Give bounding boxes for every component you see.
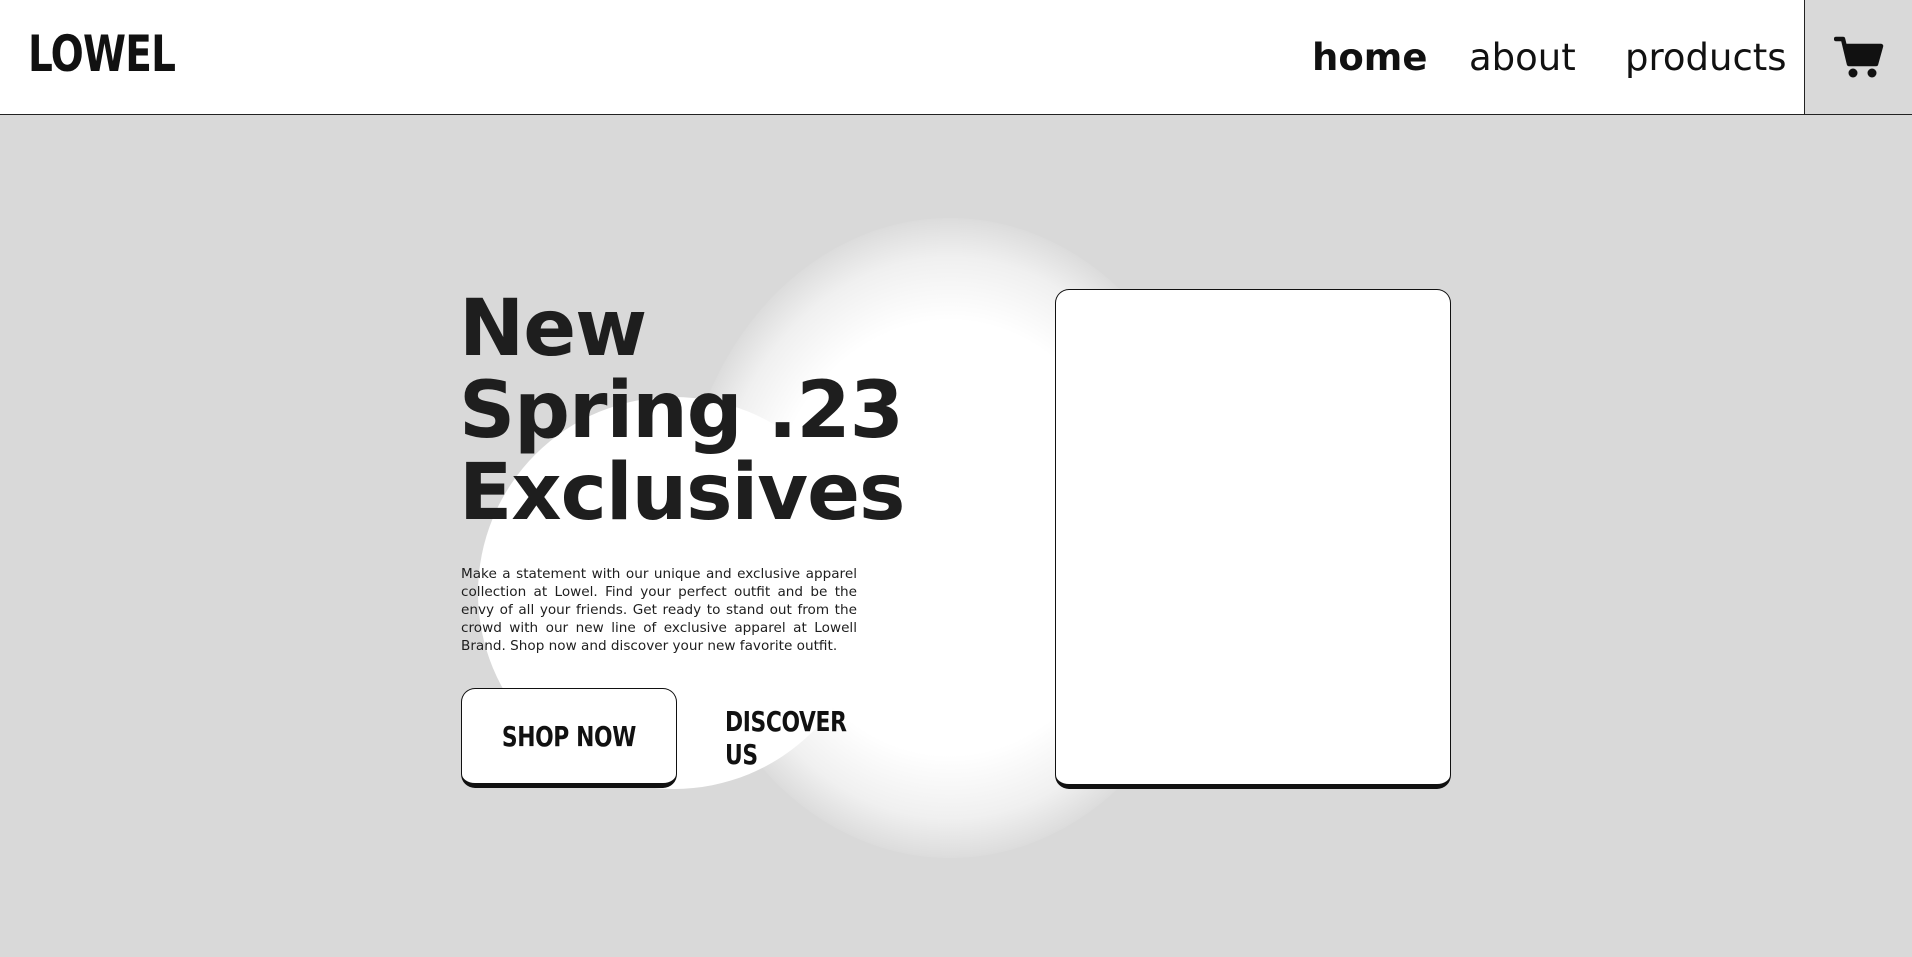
nav-home-link[interactable]: home <box>1312 0 1427 114</box>
hero-description: Make a statement with our unique and exc… <box>461 566 857 654</box>
discover-us-button[interactable]: DISCOVER US <box>725 688 905 788</box>
cart-button[interactable] <box>1804 0 1912 114</box>
headline-line-2: Spring .23 <box>459 366 904 456</box>
hero-headline: New Spring .23 Exclusives <box>459 284 905 538</box>
shop-now-button[interactable]: SHOP NOW <box>461 688 677 788</box>
headline-line-1: New <box>459 284 647 374</box>
product-image-card <box>1055 289 1451 789</box>
site-header: LOWEL home about products <box>0 0 1912 115</box>
nav-about-link[interactable]: about <box>1469 0 1576 114</box>
hero-section: New Spring .23 Exclusives Make a stateme… <box>0 116 1912 957</box>
nav-products-link[interactable]: products <box>1625 0 1787 114</box>
shopping-cart-icon <box>1833 36 1883 78</box>
headline-line-3: Exclusives <box>459 448 905 538</box>
shop-now-label: SHOP NOW <box>501 719 636 753</box>
brand-logo[interactable]: LOWEL <box>28 24 176 84</box>
discover-us-label: DISCOVER US <box>725 705 847 771</box>
